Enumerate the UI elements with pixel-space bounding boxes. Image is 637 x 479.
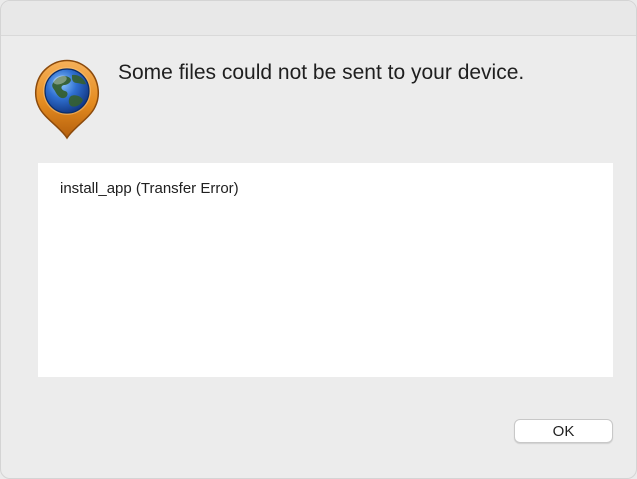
list-item: install_app (Transfer Error) [60,180,239,197]
details-panel: install_app (Transfer Error) [38,163,613,377]
error-dialog: Some files could not be sent to your dev… [0,0,637,479]
window-titlebar[interactable] [1,1,636,36]
dialog-message: Some files could not be sent to your dev… [118,61,525,84]
globe-location-pin-icon [31,56,103,140]
ok-button[interactable]: OK [514,419,613,443]
